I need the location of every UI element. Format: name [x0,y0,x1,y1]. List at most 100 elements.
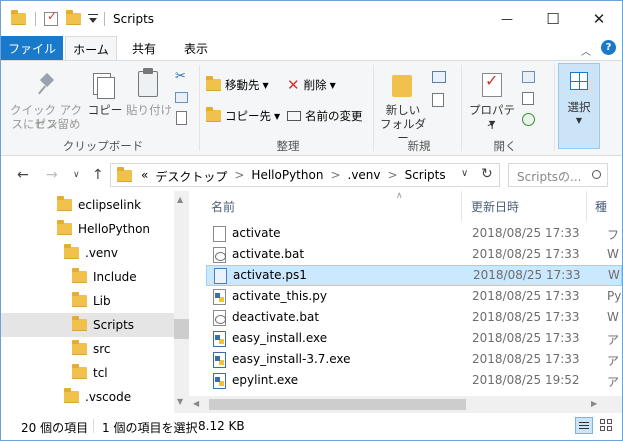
file-date: 2018/08/25 17:33 [472,310,580,324]
collapse-ribbon-icon[interactable]: ︿ [581,43,591,58]
tree-item-venv[interactable]: .venv [1,241,183,265]
minimize-button[interactable]: — [484,1,530,36]
back-button[interactable]: ← [17,167,29,183]
file-type: Py [607,289,622,303]
delete-button[interactable]: ✕ 削除 ▼ [287,75,336,95]
group-divider [461,65,462,151]
column-header-name[interactable]: 名前 [211,191,235,221]
breadcrumb-venv[interactable]: .venv [348,168,381,185]
address-dropdown-icon[interactable]: ∨ [461,168,468,179]
tab-share[interactable]: 共有 [121,36,167,60]
column-divider[interactable] [461,191,462,221]
close-button[interactable]: ✕ [576,1,622,36]
check-icon: ✓ [485,71,499,90]
tree-item-tcl[interactable]: tcl [1,361,183,385]
column-header-date[interactable]: 更新日時 [471,191,519,221]
paste-shortcut-icon[interactable] [176,111,187,125]
scroll-up-icon[interactable]: ▲ [177,195,183,204]
breadcrumb-desktop[interactable]: デスクトップ [155,168,227,185]
new-item-icon[interactable] [432,71,446,83]
recent-locations-chevron-icon[interactable]: ∨ [73,170,80,180]
batch-file-icon [213,310,226,326]
paste-icon [138,71,158,97]
breadcrumb-sep: > [330,168,341,182]
hscroll-thumb[interactable] [209,399,466,410]
file-row[interactable]: activate 2018/08/25 17:33 フ [206,224,622,245]
group-divider [199,65,200,151]
forward-button[interactable]: → [46,167,58,183]
tree-scroll-thumb[interactable] [174,319,189,339]
move-to-button[interactable]: 移動先 ▼ [206,75,269,95]
move-to-icon [206,76,221,91]
open-icon[interactable] [522,71,535,83]
scroll-down-icon[interactable]: ▼ [177,397,183,406]
file-row-selected[interactable]: activate.ps1 2018/08/25 17:33 W [206,265,622,286]
tree-item-src[interactable]: src [1,337,183,361]
file-row[interactable]: easy_install.exe 2018/08/25 17:33 ア [206,329,622,350]
cut-icon[interactable]: ✂ [175,69,186,84]
batch-file-icon [213,247,226,263]
qat-dropdown-icon[interactable] [88,14,98,24]
breadcrumb-scripts[interactable]: Scripts [405,168,446,185]
column-header-type[interactable]: 種 [595,191,607,221]
easy-access-icon[interactable] [432,93,444,107]
maximize-button[interactable]: ☐ [530,1,576,36]
new-folder-qat-icon[interactable] [66,10,81,25]
refresh-icon[interactable]: ↻ [481,166,493,182]
copy-path-icon[interactable] [175,92,188,103]
file-row[interactable]: easy_install-3.7.exe 2018/08/25 17:33 ア [206,350,622,371]
copy-to-button[interactable]: コピー先 ▼ [206,106,280,126]
folder-icon [72,316,87,331]
pin-quick-access-button[interactable]: クイック アクセス スにピン留め [9,65,83,135]
breadcrumb-overflow[interactable]: « [141,168,148,185]
file-row[interactable]: deactivate.bat 2018/08/25 17:33 W [206,308,622,329]
selection-size: 8.12 KB [198,419,245,433]
rename-button[interactable]: 名前の変更 [287,106,363,126]
quick-access-toolbar: ✓ Scripts [11,9,154,28]
column-divider[interactable] [586,191,587,221]
tree-item-scripts[interactable]: Scripts [1,313,174,337]
tab-view[interactable]: 表示 [173,36,219,60]
file-row[interactable]: epylint.exe 2018/08/25 19:52 ア [206,371,622,392]
tree-item-vscode[interactable]: .vscode [1,385,183,409]
tree-item-hellopython[interactable]: HelloPython [1,217,183,241]
search-icon [592,170,601,179]
clipboard-group-label: クリップボード [62,139,144,153]
copy-button[interactable]: コピー [87,65,123,135]
delete-x-icon: ✕ [287,76,300,94]
tree-item-lib[interactable]: Lib [1,289,183,313]
tab-view-label: 表示 [183,41,208,56]
tree-item-eclipselink[interactable]: eclipselink [1,193,183,217]
search-box[interactable]: Scriptsの... [508,163,608,187]
chevron-down-icon: ▼ [274,111,281,121]
edit-icon[interactable] [522,92,534,105]
tab-home[interactable]: ホーム [65,36,117,61]
file-list: 名前 ∧ 更新日時 種 activate 2018/08/25 17:33 フ ac… [189,191,622,413]
scroll-left-icon[interactable]: ◀ [193,399,199,408]
tab-home-label: ホーム [73,42,109,57]
folder-icon [72,340,87,355]
help-icon[interactable]: ? [601,40,616,55]
properties-check-icon[interactable]: ✓ [44,9,58,26]
address-bar[interactable]: « デスクトップ > HelloPython > .venv > Scripts… [110,163,500,187]
tree-item-include[interactable]: Include [1,265,183,289]
tab-file[interactable]: ファイル [1,36,63,60]
select-button[interactable]: 選択 ▼ [558,63,600,149]
properties-button[interactable]: ✓ プロパティ ▼ [465,65,519,135]
scroll-right-icon[interactable]: ▶ [591,399,597,408]
group-divider [373,65,374,151]
history-icon[interactable] [522,113,535,126]
large-icons-view-button[interactable] [599,418,613,432]
up-button[interactable]: ↑ [92,167,104,183]
sort-indicator-icon: ∧ [396,191,403,201]
file-row[interactable]: activate_this.py 2018/08/25 17:33 Py [206,287,622,308]
divider [93,419,94,433]
file-row[interactable]: activate.bat 2018/08/25 17:33 W [206,245,622,266]
tree-scrollbar[interactable]: ▲ ▼ [174,191,189,413]
paste-button[interactable]: 貼り付け [125,65,173,135]
details-view-button[interactable] [575,417,593,434]
new-folder-button[interactable]: 新しい フォルダー [377,65,429,145]
breadcrumb-hellopython[interactable]: HelloPython [251,168,323,185]
file-list-hscrollbar[interactable]: ◀ ▶ [189,396,622,413]
file-type: W [607,310,619,324]
